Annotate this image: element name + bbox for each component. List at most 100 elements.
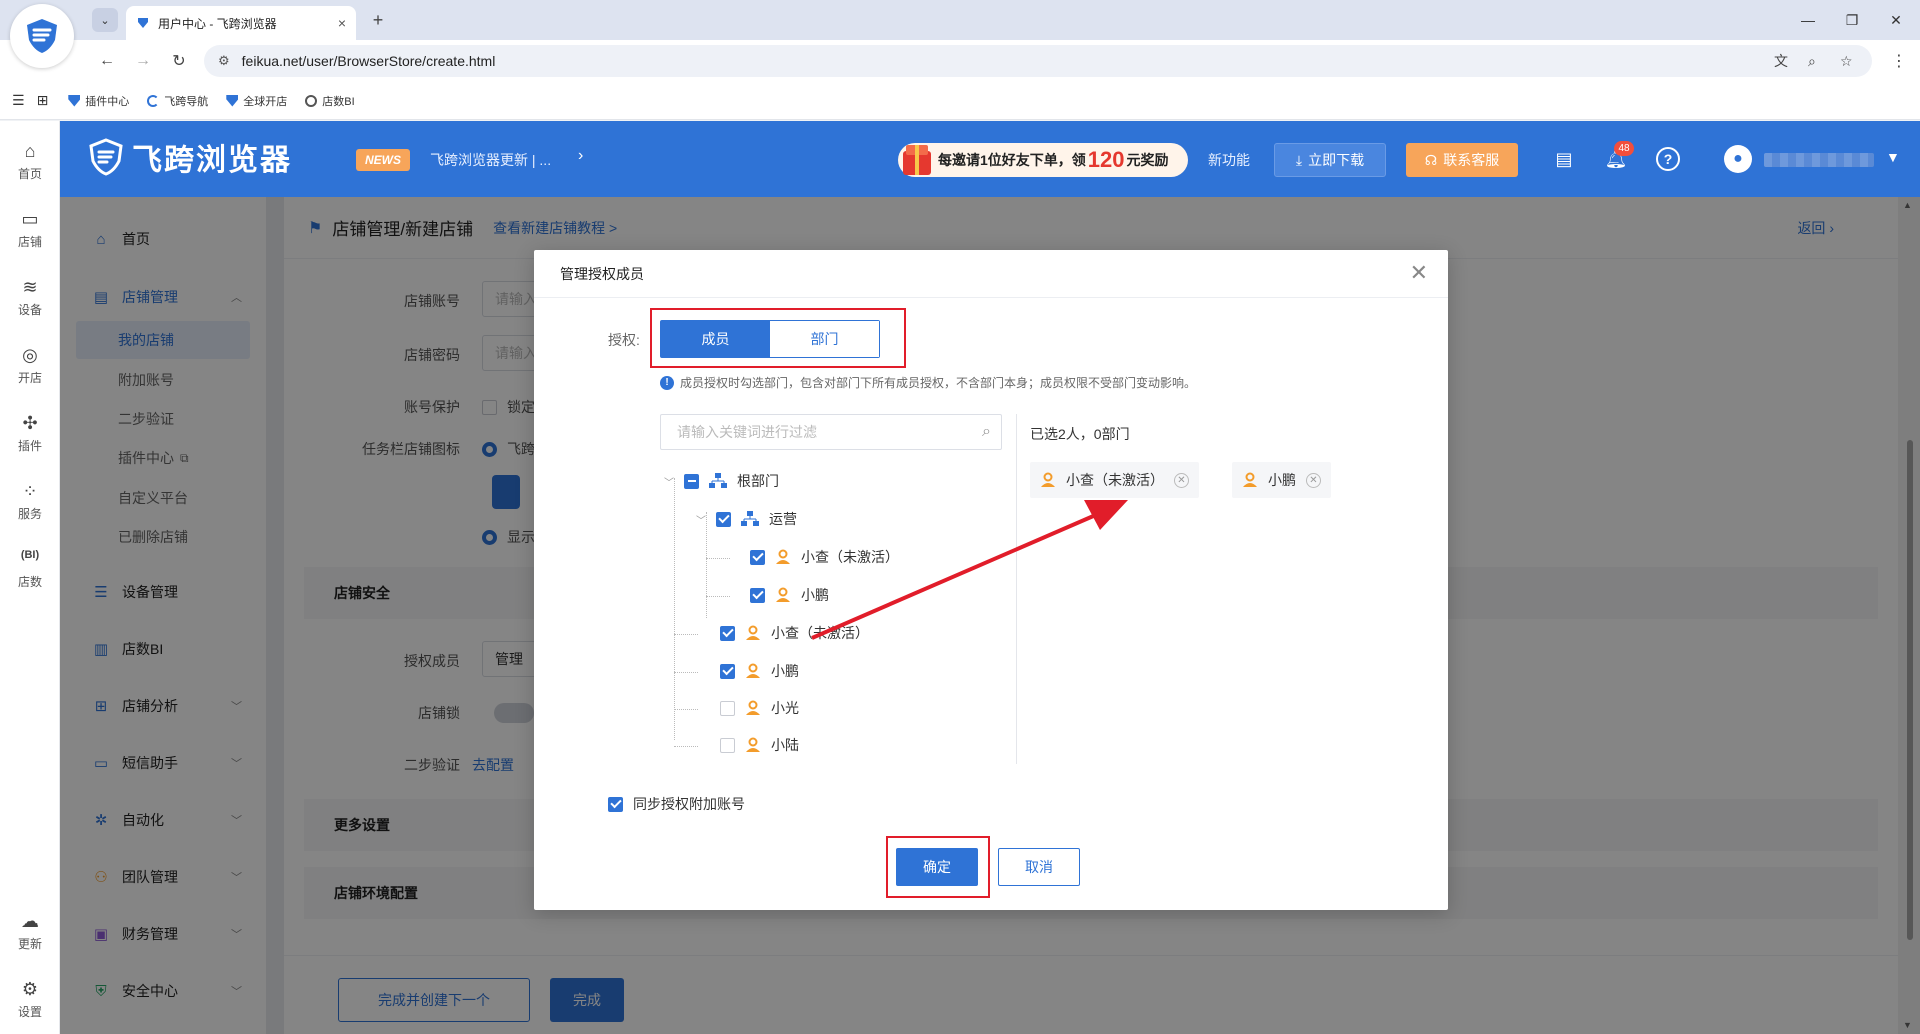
bi-icon: (BI) bbox=[20, 549, 40, 561]
address-bar-row: ← → ↻ ⚙ feikua.net/user/BrowserStore/cre… bbox=[0, 40, 1920, 82]
tree-node-member[interactable]: 小光 bbox=[720, 695, 799, 721]
news-badge: NEWS bbox=[356, 149, 410, 171]
new-feature-link[interactable]: 新功能 bbox=[1208, 150, 1250, 170]
puzzle-icon: ✣ bbox=[22, 413, 38, 433]
home-icon: ⌂ bbox=[24, 141, 36, 161]
store-icon: ▭ bbox=[21, 209, 39, 229]
help-icon[interactable]: ? bbox=[1656, 147, 1680, 171]
rail-item-open-store[interactable]: ◎ 开店 bbox=[0, 345, 60, 386]
auth-hint: ! 成员授权时勾选部门，包含对部门下所有成员授权，不含部门本身；成员权限不受部门… bbox=[660, 374, 1196, 391]
forward-icon[interactable]: → bbox=[132, 50, 154, 72]
tree-node-member[interactable]: 小陆 bbox=[720, 732, 799, 758]
cancel-button[interactable]: 取消 bbox=[998, 848, 1080, 886]
tree-node-member[interactable]: 小查（未激活） bbox=[750, 544, 899, 570]
sync-extra-accounts-checkbox[interactable]: 同步授权附加账号 bbox=[608, 794, 745, 814]
checkbox[interactable] bbox=[608, 796, 623, 812]
tab-list-button[interactable]: ⌄ bbox=[92, 8, 118, 32]
reload-icon[interactable]: ↻ bbox=[168, 50, 190, 72]
tree-line bbox=[706, 596, 730, 597]
caret-down-icon[interactable]: ▼ bbox=[1886, 149, 1900, 165]
checkbox[interactable] bbox=[720, 663, 735, 679]
tab-close-icon[interactable]: × bbox=[338, 15, 346, 31]
user-avatar-icon[interactable]: ● bbox=[1724, 145, 1752, 173]
chevron-down-icon[interactable]: ﹀ bbox=[664, 474, 680, 489]
document-icon[interactable]: ▤ bbox=[1552, 147, 1576, 171]
browser-menu-icon[interactable]: ⋮ bbox=[1888, 50, 1910, 72]
bookmark-star-icon[interactable]: ☆ bbox=[1840, 45, 1853, 77]
user-icon bbox=[746, 625, 760, 640]
minimize-icon[interactable]: — bbox=[1796, 8, 1820, 32]
bookmark-item[interactable]: 店数BI bbox=[305, 93, 355, 109]
remove-chip-icon[interactable]: ✕ bbox=[1174, 472, 1189, 488]
department-icon bbox=[709, 473, 727, 488]
browser-tab[interactable]: 用户中心 - 飞跨浏览器 × bbox=[126, 6, 356, 40]
chevron-down-icon[interactable]: ﹀ bbox=[696, 512, 712, 527]
app-logo[interactable]: 飞跨浏览器 bbox=[86, 135, 292, 179]
rail-item-service[interactable]: ⁘ 服务 bbox=[0, 481, 60, 522]
c-logo-icon bbox=[147, 94, 160, 107]
dialog-header: 管理授权成员 ✕ bbox=[534, 250, 1448, 298]
selected-chip: 小鹏 ✕ bbox=[1232, 462, 1331, 498]
promo-banner[interactable]: 每邀请1位好友下单，领 120 元奖励 bbox=[898, 143, 1188, 177]
headset-icon: ☊ bbox=[1424, 151, 1438, 168]
selected-summary: 已选2人，0部门 bbox=[1030, 426, 1130, 442]
search-icon: ⌕ bbox=[982, 423, 991, 440]
url-input[interactable]: ⚙ feikua.net/user/BrowserStore/create.ht… bbox=[204, 45, 1872, 77]
tree-node-ops[interactable]: ﹀ 运营 bbox=[696, 506, 797, 532]
rail-item-update[interactable]: ☁ 更新 bbox=[0, 911, 60, 952]
tree-node-member[interactable]: 小查（未激活） bbox=[720, 620, 869, 646]
selected-chip: 小查（未激活） ✕ bbox=[1030, 462, 1199, 498]
apps-icon[interactable]: ⊞ bbox=[37, 92, 49, 109]
member-filter-input[interactable]: 请输入关键词进行过滤 ⌕ bbox=[660, 414, 1002, 450]
checkbox[interactable] bbox=[716, 511, 731, 527]
url-text: feikua.net/user/BrowserStore/create.html bbox=[241, 53, 496, 69]
user-icon bbox=[1041, 472, 1055, 487]
remove-chip-icon[interactable]: ✕ bbox=[1306, 472, 1321, 488]
news-link[interactable]: 飞跨浏览器更新 | ... bbox=[430, 150, 551, 170]
username-redacted[interactable] bbox=[1764, 153, 1874, 167]
highlight-box bbox=[886, 836, 990, 898]
cloud-upload-icon: ☁ bbox=[21, 911, 39, 931]
checkbox[interactable] bbox=[720, 700, 735, 716]
gift-icon bbox=[903, 145, 931, 175]
info-icon: ! bbox=[660, 375, 674, 390]
translate-icon[interactable]: 文 bbox=[1774, 45, 1788, 77]
rail-item-bi[interactable]: (BI) 店数 bbox=[0, 549, 60, 590]
layers-icon: ≋ bbox=[22, 277, 38, 297]
bookmark-item[interactable]: 插件中心 bbox=[68, 93, 129, 109]
download-button[interactable]: ⤓ 立即下载 bbox=[1274, 143, 1386, 177]
bookmark-item[interactable]: 全球开店 bbox=[226, 93, 287, 109]
checkbox[interactable] bbox=[720, 625, 735, 641]
manage-members-dialog: 管理授权成员 ✕ 授权: 成员 部门 ! 成员授权时勾选部门，包含对部门下所有成… bbox=[534, 250, 1448, 910]
zoom-icon[interactable]: ⌕ bbox=[1808, 45, 1816, 77]
checkbox[interactable] bbox=[750, 587, 765, 603]
checkbox[interactable] bbox=[750, 549, 765, 565]
back-icon[interactable]: ← bbox=[96, 50, 118, 72]
rail-item-plugin[interactable]: ✣ 插件 bbox=[0, 413, 60, 454]
contact-support-button[interactable]: ☊ 联系客服 bbox=[1406, 143, 1518, 177]
close-icon[interactable]: ✕ bbox=[1410, 262, 1428, 284]
new-tab-button[interactable]: + bbox=[366, 8, 390, 32]
close-window-icon[interactable]: ✕ bbox=[1884, 8, 1908, 32]
department-icon bbox=[741, 511, 759, 526]
rail-item-home[interactable]: ⌂ 首页 bbox=[0, 141, 60, 182]
feikua-shield-icon bbox=[27, 19, 57, 53]
tree-line bbox=[674, 634, 698, 635]
site-settings-icon[interactable]: ⚙ bbox=[218, 53, 230, 69]
tree-node-root[interactable]: ﹀ 根部门 bbox=[664, 468, 779, 494]
tree-node-member[interactable]: 小鹏 bbox=[750, 582, 829, 608]
chevron-right-icon[interactable]: › bbox=[578, 147, 583, 165]
promo-amount: 120 bbox=[1087, 147, 1125, 172]
rail-item-store[interactable]: ▭ 店铺 bbox=[0, 209, 60, 250]
sidebar-toggle-icon[interactable]: ☰ bbox=[12, 92, 25, 109]
restore-icon[interactable]: ❐ bbox=[1840, 8, 1864, 32]
checkbox[interactable] bbox=[684, 473, 699, 489]
rail-item-settings[interactable]: ⚙ 设置 bbox=[0, 979, 60, 1020]
settings-icon: ⚙ bbox=[21, 979, 39, 999]
tree-node-member[interactable]: 小鹏 bbox=[720, 658, 799, 684]
tree-line bbox=[674, 709, 698, 710]
bookmark-item[interactable]: 飞跨导航 bbox=[147, 93, 208, 109]
app-header: 飞跨浏览器 NEWS 飞跨浏览器更新 | ... › 每邀请1位好友下单，领 1… bbox=[60, 121, 1920, 197]
rail-item-device[interactable]: ≋ 设备 bbox=[0, 277, 60, 318]
checkbox[interactable] bbox=[720, 737, 735, 753]
